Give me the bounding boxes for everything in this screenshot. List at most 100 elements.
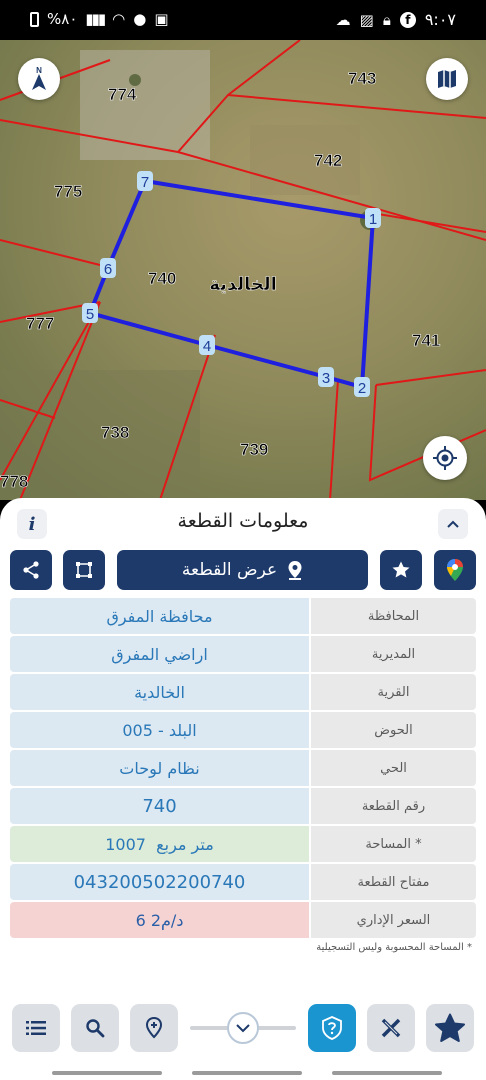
plot-label: 738 [101,423,129,442]
location-icon: ● [133,10,147,28]
vertex-number: 4 [203,338,211,355]
governorate-label: المحافظة [311,598,476,634]
plot-number-value: 740 [10,788,309,824]
help-button[interactable] [308,1004,356,1052]
plot-key-label: مفتاح القطعة [311,864,476,900]
admin-price-value: 6 د/م2 [10,902,309,938]
area-row: 1007 متر مربع المساحة * [10,826,476,862]
admin-price-row: 6 د/م2 السعر الإداري [10,902,476,938]
signal-icon: ▮▮▮ [85,10,106,28]
field-patch [250,125,360,195]
share-icon [23,561,39,579]
svg-text:N: N [36,66,42,75]
collapse-button[interactable] [438,509,468,539]
plot-details-table: محافظة المفرق المحافظة اراضي المفرق المد… [10,598,476,940]
my-location-button[interactable] [423,436,467,480]
system-nav-bar [0,1068,486,1080]
clock-time: ٩:٠٧ [424,10,456,29]
compass-icon: N [32,66,46,90]
plot-label: 740 [148,269,176,288]
wifi-icon: ◠ [112,10,126,28]
plot-key-row: 043200502200740 مفتاح القطعة [10,864,476,900]
plot-label: 743 [348,69,376,88]
area-footnote: * المساحة المحسوبة وليس التسجيلية [316,942,472,953]
vertex-number: 6 [104,261,112,278]
directorate-row: اراضي المفرق المديرية [10,636,476,672]
map-layers-icon [438,70,456,88]
my-location-icon [433,446,457,470]
list-button[interactable] [12,1004,60,1052]
favorites-list-button[interactable] [426,1004,474,1052]
plot-info-panel: i معلومات القطعة عرض القطعة محافظة المفر… [0,498,486,988]
search-button[interactable] [71,1004,119,1052]
vertex-number: 3 [322,370,330,387]
polygon-icon [76,562,92,578]
vertex-number: 2 [358,380,366,397]
chevron-up-icon [447,520,459,528]
favorite-button[interactable] [380,550,422,590]
plot-number-row: 740 رقم القطعة [10,788,476,824]
favorite-icon [435,1013,465,1042]
show-plot-button[interactable]: عرض القطعة [117,550,368,590]
search-icon [86,1019,105,1038]
village-label: الخالدية [209,274,277,295]
plot-label: 774 [108,85,137,104]
terrain-patch [80,50,210,160]
tools-icon [381,1018,401,1038]
nav-home-indicator[interactable] [192,1071,302,1075]
share-button[interactable] [10,550,52,590]
app-notification-icon: ▣ [154,10,169,28]
plot-label: 778 [0,472,28,491]
plot-label: 775 [54,182,82,201]
satellite-map[interactable]: 1234567 743 774 742 775 740 777 741 738 … [0,40,486,500]
show-plot-label: عرض القطعة [181,560,278,580]
status-bar: %٨٠ ▮▮▮ ◠ ● ▣ ☁ ▨ 🔒︎ f ٩:٠٧ [0,0,486,40]
district-row: نظام لوحات الحي [10,750,476,786]
gallery-icon: ▨ [359,10,374,29]
vertex-number: 7 [141,174,149,191]
village-row: الخالدية القرية [10,674,476,710]
compass-button[interactable]: N [18,58,60,100]
battery-level: %٨٠ [47,10,78,28]
nav-recents-indicator[interactable] [332,1071,442,1075]
polygon-button[interactable] [63,550,105,590]
location-add-icon [145,1017,163,1039]
terrain-patch [0,370,200,500]
expand-toggle-button[interactable] [227,1012,259,1044]
basin-row: البلد - 005 الحوض [10,712,476,748]
plot-key-value: 043200502200740 [10,864,309,900]
battery-icon [30,11,39,27]
location-add-button[interactable] [130,1004,178,1052]
panel-header: i معلومات القطعة [0,498,486,546]
admin-price-label: السعر الإداري [311,902,476,938]
tools-button[interactable] [367,1004,415,1052]
help-icon [322,1016,342,1040]
governorate-row: محافظة المفرق المحافظة [10,598,476,634]
lock-icon: 🔒︎ [382,10,391,29]
plot-label: 741 [412,331,440,350]
star-icon [392,561,410,578]
chevron-down-icon [236,1023,250,1032]
cloud-icon: ☁ [335,10,351,29]
basin-value: البلد - 005 [10,712,309,748]
bottom-toolbar [0,988,486,1068]
district-value: نظام لوحات [10,750,309,786]
vertex-number: 5 [86,306,94,323]
google-maps-icon [447,559,463,581]
plot-number-label: رقم القطعة [311,788,476,824]
panel-title: معلومات القطعة [177,510,309,532]
nav-back-indicator[interactable] [52,1071,162,1075]
governorate-value: محافظة المفرق [10,598,309,634]
plot-label: 777 [26,314,54,333]
plot-label: 739 [240,440,268,459]
area-value: 1007 متر مربع [10,826,309,862]
plot-label: 742 [314,151,342,170]
google-maps-button[interactable] [434,550,476,590]
pin-icon [288,561,302,580]
village-value: الخالدية [10,674,309,710]
list-icon [26,1021,46,1035]
map-layers-button[interactable] [426,58,468,100]
facebook-icon: f [399,11,416,28]
basin-label: الحوض [311,712,476,748]
map-canvas[interactable]: 1234567 743 774 742 775 740 777 741 738 … [0,40,486,500]
